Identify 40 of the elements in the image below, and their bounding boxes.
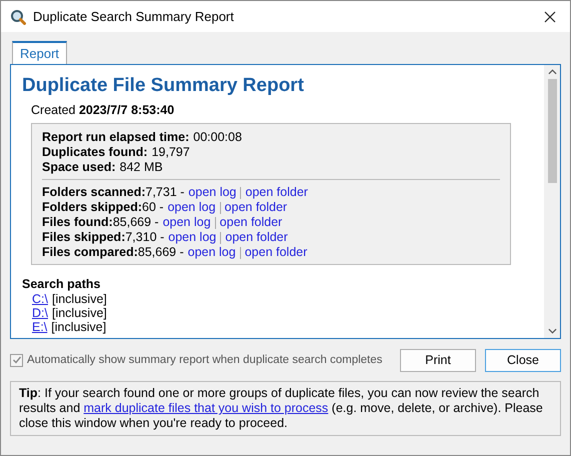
open-log-link[interactable]: open log — [168, 230, 216, 245]
magnifier-icon — [10, 8, 26, 24]
open-folder-link[interactable]: open folder — [244, 245, 308, 260]
mark-files-link[interactable]: mark duplicate files that you wish to process — [84, 401, 328, 415]
stat-text: Files skipped:7,310 - — [42, 230, 164, 245]
close-icon[interactable] — [544, 10, 556, 22]
open-log-link[interactable]: open log — [188, 185, 236, 200]
tip-text: Tip: If your search found one or more groups of duplicate files, you can now review the search results and mark duplicate files that you wish to process (e.g. move, delete, or archive). Please close this window when you're ready to proceed. — [19, 386, 544, 431]
open-folder-link[interactable]: open folder — [245, 185, 308, 200]
created-text: Created 2023/7/7 8:53:40 — [31, 103, 176, 117]
dialog-button[interactable]: Close — [485, 348, 561, 372]
path-mode: [inclusive] — [52, 306, 107, 320]
path-mode: [inclusive] — [51, 320, 106, 334]
open-folder-link[interactable]: open folder — [224, 200, 288, 215]
stat-text: Folders skipped:60 - — [42, 200, 164, 215]
open-log-link[interactable]: open log — [188, 245, 236, 260]
open-folder-link[interactable]: open folder — [220, 215, 282, 230]
report-heading: Duplicate File Summary Report — [22, 75, 305, 97]
path-mode: [inclusive] — [52, 292, 107, 306]
open-log-link[interactable]: open log — [168, 200, 216, 215]
open-log-link[interactable]: open log — [162, 215, 211, 230]
drive-link[interactable]: D:\ — [32, 306, 48, 320]
scroll-down-icon[interactable] — [548, 328, 556, 334]
drive-link[interactable]: C:\ — [32, 292, 48, 306]
scrollbar[interactable] — [544, 65, 560, 338]
dialog-button[interactable]: Print — [400, 348, 476, 372]
open-folder-link[interactable]: open folder — [225, 230, 288, 245]
search-paths-heading: Search paths — [22, 277, 102, 292]
checkbox-label: Automatically show summary report when duplicate search completes — [27, 354, 382, 366]
stat-text: Files found:85,669 - — [42, 215, 159, 230]
stat-text: Files compared:85,669 - — [42, 245, 184, 260]
window-title: Duplicate Search Summary Report — [33, 9, 235, 24]
stat-text: Folders scanned:7,731 - — [42, 185, 184, 200]
scroll-up-icon[interactable] — [548, 69, 556, 75]
report-tab[interactable]: Report — [12, 41, 68, 64]
stat-line: Space used: 842 MB — [42, 160, 164, 175]
stat-line: Report run elapsed time: 00:00:08 — [42, 130, 243, 145]
stat-line: Duplicates found: 19,797 — [42, 145, 191, 160]
drive-link[interactable]: E:\ — [32, 320, 48, 334]
scroll-thumb[interactable] — [548, 79, 556, 183]
